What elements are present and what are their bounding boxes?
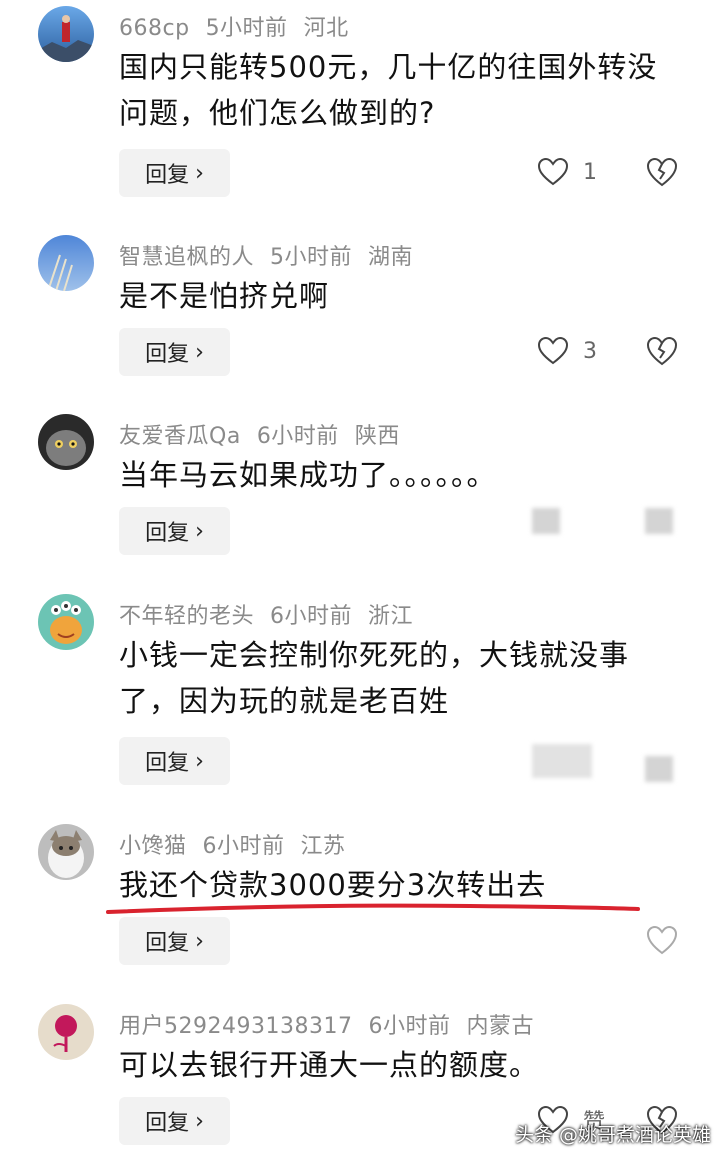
heart-outline-icon xyxy=(537,157,569,186)
reply-label: 回复 xyxy=(145,931,190,956)
timestamp: 6小时前 xyxy=(202,834,285,859)
comment-text: 小钱一定会控制你死死的，大钱就没事了，因为玩的就是老百姓 xyxy=(119,638,630,718)
location: 河北 xyxy=(303,16,349,41)
broken-heart-icon xyxy=(646,925,678,955)
chevron-right-icon: › xyxy=(195,518,204,544)
reply-label: 回复 xyxy=(145,751,190,776)
watermark: 头条 @姚哥煮酒论英雄 xyxy=(515,1124,712,1146)
timestamp: 6小时前 xyxy=(256,424,339,449)
chevron-right-icon: › xyxy=(195,339,204,365)
reply-button[interactable]: 回复 › xyxy=(119,328,230,376)
comment-text: 国内只能转500元，几十亿的往国外转没问题，他们怎么做到的? xyxy=(119,50,658,130)
location: 浙江 xyxy=(368,604,414,629)
comment-text: 是不是怕挤兑啊 xyxy=(119,279,330,313)
avatar[interactable] xyxy=(38,594,94,650)
reply-button[interactable]: 回复 › xyxy=(119,1097,230,1145)
chevron-right-icon: › xyxy=(195,928,204,954)
dislike-button[interactable] xyxy=(645,924,679,958)
avatar[interactable] xyxy=(38,1004,94,1060)
avatar[interactable] xyxy=(38,824,94,880)
like-button[interactable]: 1 xyxy=(537,152,647,192)
comment-meta: 友爱香瓜Qa 6小时前 陕西 xyxy=(119,418,416,450)
dislike-button[interactable] xyxy=(645,156,679,190)
heart-outline-icon xyxy=(537,336,569,365)
avatar[interactable] xyxy=(38,6,94,62)
blurred-like-area xyxy=(532,744,592,778)
broken-heart-icon xyxy=(646,157,678,187)
username[interactable]: 智慧追枫的人 xyxy=(119,245,254,270)
chevron-right-icon: › xyxy=(195,748,204,774)
reply-label: 回复 xyxy=(145,163,190,188)
like-count: 3 xyxy=(583,338,597,364)
dislike-button[interactable] xyxy=(645,335,679,369)
chevron-right-icon: › xyxy=(195,160,204,186)
comment-meta: 用户5292493138317 6小时前 内蒙古 xyxy=(119,1008,550,1040)
blurred-like-area xyxy=(532,508,560,534)
reply-label: 回复 xyxy=(145,521,190,546)
comment-meta: 668cp 5小时前 河北 xyxy=(119,10,365,42)
avatar[interactable] xyxy=(38,235,94,291)
comment-meta: 智慧追枫的人 5小时前 湖南 xyxy=(119,239,429,271)
reply-button[interactable]: 回复 › xyxy=(119,149,230,197)
username[interactable]: 小馋猫 xyxy=(119,834,187,859)
like-button[interactable]: 3 xyxy=(537,331,647,371)
reply-button[interactable]: 回复 › xyxy=(119,507,230,555)
timestamp: 5小时前 xyxy=(270,245,353,270)
username[interactable]: 668cp xyxy=(119,16,190,41)
location: 江苏 xyxy=(300,834,346,859)
reply-label: 回复 xyxy=(145,342,190,367)
timestamp: 6小时前 xyxy=(368,1014,451,1039)
location: 陕西 xyxy=(354,424,400,449)
comment-text: 当年马云如果成功了。。。。。。 xyxy=(119,458,497,492)
comment-text: 我还个贷款3000要分3次转出去 xyxy=(119,868,547,902)
blurred-dislike-area xyxy=(645,508,673,534)
like-count: 1 xyxy=(583,159,597,185)
comment-meta: 小馋猫 6小时前 江苏 xyxy=(119,828,362,860)
broken-heart-icon xyxy=(646,336,678,366)
blurred-dislike-area xyxy=(645,756,673,782)
username[interactable]: 友爱香瓜Qa xyxy=(119,424,241,449)
timestamp: 6小时前 xyxy=(270,604,353,629)
reply-button[interactable]: 回复 › xyxy=(119,917,230,965)
comment-meta: 不年轻的老头 6小时前 浙江 xyxy=(119,598,429,630)
timestamp: 5小时前 xyxy=(205,16,288,41)
avatar[interactable] xyxy=(38,414,94,470)
reply-label: 回复 xyxy=(145,1111,190,1136)
chevron-right-icon: › xyxy=(195,1108,204,1134)
username[interactable]: 不年轻的老头 xyxy=(119,604,254,629)
location: 内蒙古 xyxy=(466,1014,534,1039)
username[interactable]: 用户5292493138317 xyxy=(119,1014,352,1039)
reply-button[interactable]: 回复 › xyxy=(119,737,230,785)
comment-text: 可以去银行开通大一点的额度。 xyxy=(119,1048,540,1082)
location: 湖南 xyxy=(368,245,414,270)
